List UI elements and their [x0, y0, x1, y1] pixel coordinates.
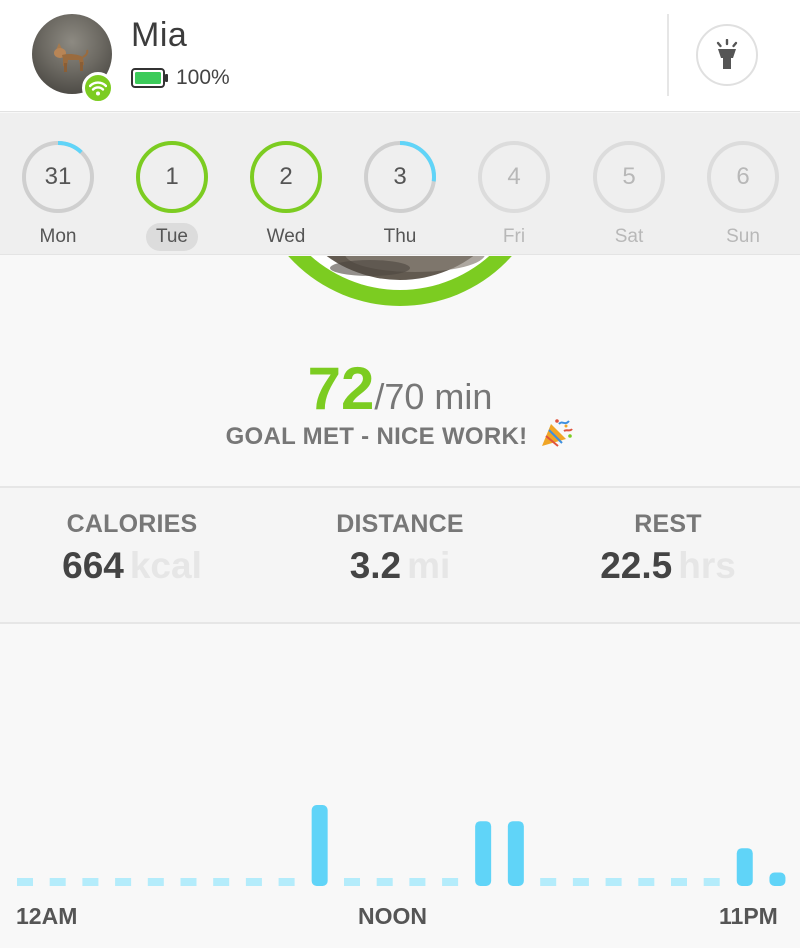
rest-label: REST: [634, 510, 702, 538]
inactive-marker-hour-0: [17, 878, 33, 886]
day-number: 5: [622, 163, 636, 190]
inactive-marker-hour-12: [409, 878, 426, 886]
day-label: Sun: [726, 226, 760, 247]
calories-stat: CALORIES 664 kcal: [2, 510, 262, 587]
activity-bar-hour-22: [736, 848, 753, 886]
inactive-marker-hour-19: [638, 878, 655, 886]
rest-value: 22.5: [600, 545, 673, 586]
distance-label: DISTANCE: [336, 510, 464, 538]
goal-status-label: GOAL MET - NICE WORK!: [225, 423, 528, 450]
day-item-sun[interactable]: 6 Sun: [703, 139, 783, 251]
activity-bar-hour-23: [769, 872, 786, 886]
header-divider: [667, 14, 669, 96]
inactive-marker-hour-17: [572, 878, 589, 886]
day-progress-ring: 31: [20, 139, 96, 215]
day-item-thu[interactable]: 3 Thu: [360, 139, 440, 251]
day-number: 3: [393, 163, 407, 190]
inactive-marker-hour-7: [245, 878, 262, 886]
flashlight-icon: [716, 39, 738, 69]
day-label: Wed: [266, 226, 306, 247]
day-progress-ring: 5: [591, 139, 667, 215]
light-toggle-button[interactable]: [696, 24, 758, 86]
week-day-selector: 31 Mon 1 Tue 2 Wed 3 Thu 4 Fri 5 Sat 6 Sun: [0, 113, 800, 255]
inactive-marker-hour-4: [147, 878, 164, 886]
day-number: 31: [44, 163, 72, 190]
distance-value: 3.2: [349, 545, 402, 586]
day-progress-ring: 6: [705, 139, 781, 215]
dog-name: Mia: [131, 16, 188, 54]
inactive-marker-hour-6: [213, 878, 230, 886]
goal-status-text: GOAL MET - NICE WORK!: [0, 418, 800, 451]
inactive-marker-hour-2: [82, 878, 99, 886]
inactive-marker-hour-10: [344, 878, 360, 886]
x-axis-label-noon: NOON: [358, 903, 427, 929]
wifi-icon: [89, 81, 107, 96]
activity-stats-row: CALORIES 664 kcal DISTANCE 3.2 mi REST 22.…: [0, 486, 800, 624]
inactive-marker-hour-5: [180, 878, 197, 886]
day-item-tue[interactable]: 1 Tue: [132, 139, 212, 251]
activity-minutes-goal: /70 min: [374, 376, 493, 417]
inactive-marker-hour-1: [49, 878, 66, 886]
calories-value: 664: [62, 545, 124, 586]
day-label: Mon: [39, 226, 77, 247]
inactive-marker-hour-11: [376, 878, 393, 886]
x-axis-label-end: 11PM: [719, 903, 778, 929]
activity-bar-hour-15: [507, 821, 524, 886]
inactive-marker-hour-16: [540, 878, 557, 886]
day-label: Sat: [614, 226, 644, 247]
activity-minutes: 72/70 min: [0, 354, 800, 423]
activity-bar-hour-14: [475, 821, 492, 886]
day-item-wed[interactable]: 2 Wed: [246, 139, 326, 251]
goal-progress-ring: [288, 256, 512, 306]
day-number: 6: [736, 163, 750, 190]
hourly-activity-chart[interactable]: 12AM NOON 11PM: [0, 626, 800, 948]
day-progress-ring: 4: [476, 139, 552, 215]
inactive-marker-hour-21: [703, 878, 720, 886]
inactive-marker-hour-13: [442, 878, 459, 886]
battery-percentage: 100%: [176, 66, 230, 89]
activity-minutes-value: 72: [307, 355, 375, 422]
wifi-status-badge: [82, 72, 114, 104]
dog-photo-icon: [54, 43, 89, 72]
party-popper-icon: [542, 419, 574, 447]
calories-label: CALORIES: [66, 510, 198, 538]
day-number: 4: [507, 163, 521, 190]
battery-full-icon: [131, 68, 168, 88]
inactive-marker-hour-3: [115, 878, 132, 886]
day-item-sat[interactable]: 5 Sat: [589, 139, 669, 251]
daily-goal-section: 72/70 min GOAL MET - NICE WORK!: [0, 256, 800, 486]
day-item-fri[interactable]: 4 Fri: [474, 139, 554, 251]
hourly-activity-chart-svg: [17, 805, 786, 886]
inactive-marker-hour-8: [278, 878, 295, 886]
day-progress-ring: 3: [362, 139, 438, 215]
day-progress-ring: 1: [134, 139, 210, 215]
rest-stat: REST 22.5 hrs: [538, 510, 798, 587]
day-label: Thu: [383, 226, 417, 247]
x-axis-label-start: 12AM: [16, 903, 78, 929]
rest-unit: hrs: [678, 545, 736, 586]
inactive-marker-hour-18: [605, 878, 622, 886]
distance-stat: DISTANCE 3.2 mi: [270, 510, 530, 587]
day-label: Tue: [145, 223, 199, 251]
day-number: 2: [279, 163, 293, 190]
activity-bar-hour-9: [311, 805, 328, 886]
day-item-mon[interactable]: 31 Mon: [18, 139, 98, 251]
distance-unit: mi: [407, 545, 451, 586]
calories-unit: kcal: [129, 545, 202, 586]
day-label: Fri: [502, 226, 526, 247]
inactive-marker-hour-20: [671, 878, 687, 886]
day-progress-ring: 2: [248, 139, 324, 215]
day-number: 1: [165, 163, 179, 190]
dog-profile-header: Mia 100%: [0, 0, 800, 112]
